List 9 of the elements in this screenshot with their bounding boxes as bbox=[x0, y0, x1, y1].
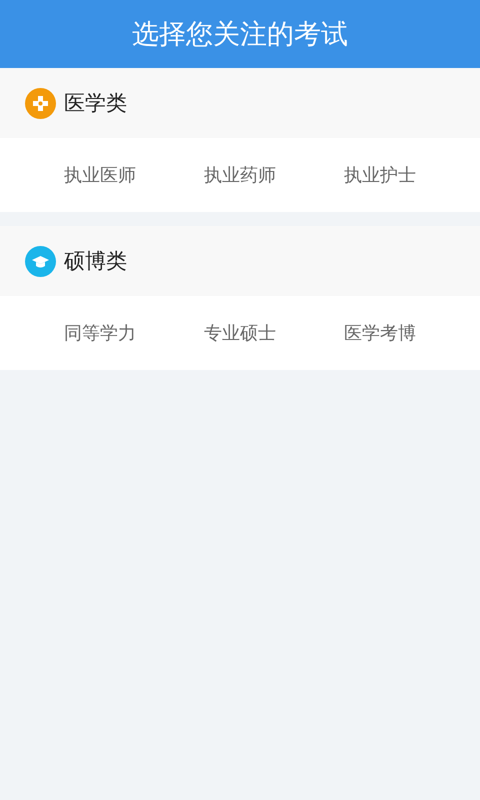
exam-option[interactable]: 执业医师 bbox=[30, 163, 170, 187]
exam-option[interactable]: 医学考博 bbox=[310, 321, 450, 345]
exam-option[interactable]: 执业药师 bbox=[170, 163, 310, 187]
category-title: 医学类 bbox=[64, 90, 127, 117]
exam-option[interactable]: 专业硕士 bbox=[170, 321, 310, 345]
exam-option[interactable]: 同等学力 bbox=[30, 321, 170, 345]
category-title: 硕博类 bbox=[64, 248, 127, 275]
page-title: 选择您关注的考试 bbox=[0, 0, 480, 68]
exam-option[interactable]: 执业护士 bbox=[310, 163, 450, 187]
